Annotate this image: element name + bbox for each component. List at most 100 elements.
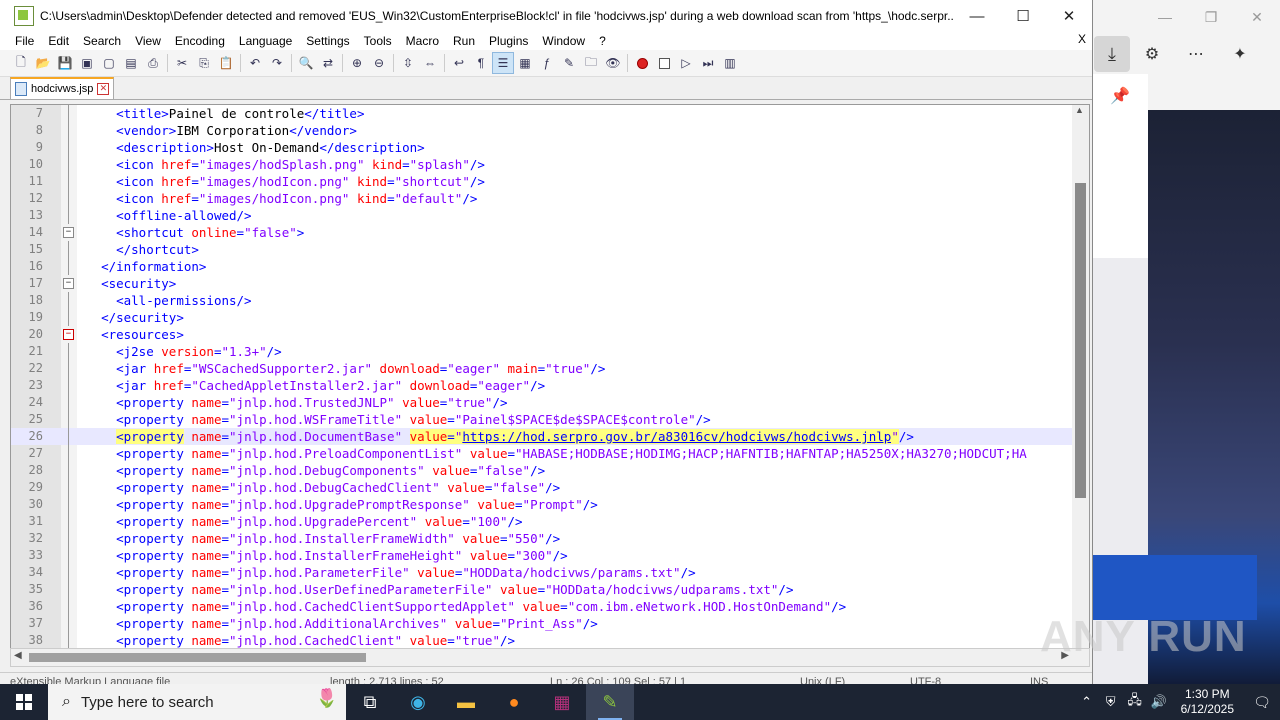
menu-file[interactable]: File: [8, 34, 41, 48]
code-line[interactable]: 16 </information>: [11, 258, 1073, 275]
code-line[interactable]: 38 <property name="jnlp.hod.CachedClient…: [11, 632, 1073, 649]
fold-toggle-icon[interactable]: −: [63, 278, 74, 289]
menu-view[interactable]: View: [128, 34, 168, 48]
code-line[interactable]: 36 <property name="jnlp.hod.CachedClient…: [11, 598, 1073, 615]
folder-workspace-icon[interactable]: ✎: [558, 52, 580, 74]
macro-play-icon[interactable]: ▷: [675, 52, 697, 74]
browser-close-button[interactable]: ✕: [1234, 9, 1280, 26]
tab-hodcivws-jsp[interactable]: hodcivws.jsp ✕: [10, 77, 115, 99]
macro-record-icon[interactable]: [631, 52, 653, 74]
notepadpp-taskbar-icon[interactable]: ✎: [586, 684, 634, 720]
file-explorer-icon[interactable]: ▬: [442, 684, 490, 720]
code-line[interactable]: 30 <property name="jnlp.hod.UpgradePromp…: [11, 496, 1073, 513]
menu-search[interactable]: Search: [76, 34, 128, 48]
code-line[interactable]: 35 <property name="jnlp.hod.UserDefinedP…: [11, 581, 1073, 598]
menu-plugins[interactable]: Plugins: [482, 34, 535, 48]
code-line[interactable]: 24 <property name="jnlp.hod.TrustedJNLP"…: [11, 394, 1073, 411]
notification-icon[interactable]: 🗨: [1244, 694, 1280, 711]
replace-icon[interactable]: ⇄: [317, 52, 339, 74]
code-line[interactable]: 33 <property name="jnlp.hod.InstallerFra…: [11, 547, 1073, 564]
code-line[interactable]: 18 <all-permissions/>: [11, 292, 1073, 309]
macro-save-icon[interactable]: ▥: [719, 52, 741, 74]
pin-icon[interactable]: 📌: [1110, 86, 1130, 106]
maximize-button[interactable]: ☐: [1000, 0, 1046, 32]
browser-minimize-button[interactable]: —: [1142, 9, 1188, 25]
chevron-up-icon[interactable]: ⌃: [1075, 694, 1099, 710]
fold-toggle-icon[interactable]: −: [63, 329, 74, 340]
close-all-icon[interactable]: ▤: [120, 52, 142, 74]
menu-language[interactable]: Language: [232, 34, 299, 48]
cut-icon[interactable]: ✂: [171, 52, 193, 74]
clock[interactable]: 1:30 PM 6/12/2025: [1181, 687, 1234, 717]
code-line[interactable]: 9 <description>Host On-Demand</descripti…: [11, 139, 1073, 156]
show-all-chars-icon[interactable]: ¶: [470, 52, 492, 74]
edge-icon[interactable]: ◉: [394, 684, 442, 720]
code-line[interactable]: 7 <title>Painel de controle</title>: [11, 105, 1073, 122]
menu-edit[interactable]: Edit: [41, 34, 76, 48]
macro-run-multiple-icon[interactable]: ⏭: [697, 52, 719, 74]
code-line[interactable]: 14 − <shortcut online="false">: [11, 224, 1073, 241]
document-map-icon[interactable]: ▦: [514, 52, 536, 74]
more-options-icon[interactable]: ⋯: [1174, 44, 1218, 64]
security-icon[interactable]: ⛨: [1099, 694, 1123, 710]
copilot-icon[interactable]: ✦: [1218, 44, 1262, 64]
network-icon[interactable]: 🖧: [1123, 691, 1147, 713]
taskbar-search-box[interactable]: ⌕ Type here to search 🌷: [48, 684, 346, 720]
code-line[interactable]: 17 − <security>: [11, 275, 1073, 292]
browser-restore-button[interactable]: ❐: [1188, 9, 1234, 26]
code-line[interactable]: 11 <icon href="images/hodIcon.png" kind=…: [11, 173, 1073, 190]
vertical-scrollbar[interactable]: ▲: [1072, 105, 1089, 649]
sync-vertical-icon[interactable]: ⇳: [397, 52, 419, 74]
firefox-icon[interactable]: ●: [490, 684, 538, 720]
close-file-icon[interactable]: ▢: [98, 52, 120, 74]
code-line[interactable]: 20 − <resources>: [11, 326, 1073, 343]
save-icon[interactable]: 💾: [54, 52, 76, 74]
vertical-scroll-thumb[interactable]: [1075, 183, 1086, 498]
paste-icon[interactable]: 📋: [215, 52, 237, 74]
winrar-icon[interactable]: ▦: [538, 684, 586, 720]
menu-window[interactable]: Window: [535, 34, 592, 48]
code-line[interactable]: 13 <offline-allowed/>: [11, 207, 1073, 224]
code-line[interactable]: 19 </security>: [11, 309, 1073, 326]
redo-icon[interactable]: ↷: [266, 52, 288, 74]
code-line[interactable]: 8 <vendor>IBM Corporation</vendor>: [11, 122, 1073, 139]
code-line[interactable]: 25 <property name="jnlp.hod.WSFrameTitle…: [11, 411, 1073, 428]
code-line[interactable]: 21 <j2se version="1.3+"/>: [11, 343, 1073, 360]
scroll-left-icon[interactable]: ◀: [14, 650, 22, 661]
code-line[interactable]: 34 <property name="jnlp.hod.ParameterFil…: [11, 564, 1073, 581]
monitoring-icon[interactable]: 👁: [602, 52, 624, 74]
close-button[interactable]: ✕: [1046, 0, 1092, 32]
code-line[interactable]: 15 </shortcut>: [11, 241, 1073, 258]
menu-macro[interactable]: Macro: [399, 34, 446, 48]
code-line[interactable]: 12 <icon href="images/hodIcon.png" kind=…: [11, 190, 1073, 207]
zoom-in-icon[interactable]: ⊕: [346, 52, 368, 74]
word-wrap-icon[interactable]: ↩: [448, 52, 470, 74]
function-list-icon[interactable]: ƒ: [536, 52, 558, 74]
code-editor[interactable]: 7 <title>Painel de controle</title> 8 <ve…: [10, 104, 1090, 650]
undo-icon[interactable]: ↶: [244, 52, 266, 74]
menu-tools[interactable]: Tools: [357, 34, 399, 48]
copy-icon[interactable]: ⎘: [193, 52, 215, 74]
menu-encoding[interactable]: Encoding: [168, 34, 232, 48]
code-line[interactable]: 23 <jar href="CachedAppletInstaller2.jar…: [11, 377, 1073, 394]
indent-guide-icon[interactable]: ☰: [492, 52, 514, 74]
code-line[interactable]: 29 <property name="jnlp.hod.DebugCachedC…: [11, 479, 1073, 496]
zoom-out-icon[interactable]: ⊖: [368, 52, 390, 74]
fold-toggle-icon[interactable]: −: [63, 227, 74, 238]
close-document-button[interactable]: X: [1078, 32, 1086, 46]
horizontal-scroll-thumb[interactable]: [29, 653, 366, 662]
code-line[interactable]: 37 <property name="jnlp.hod.AdditionalAr…: [11, 615, 1073, 632]
code-line[interactable]: 10 <icon href="images/hodSplash.png" kin…: [11, 156, 1073, 173]
code-line[interactable]: 26 <property name="jnlp.hod.DocumentBase…: [11, 428, 1073, 445]
new-file-icon[interactable]: 🗋: [10, 52, 32, 74]
code-line[interactable]: 22 <jar href="WSCachedSupporter2.jar" do…: [11, 360, 1073, 377]
download-icon[interactable]: ⤓: [1094, 36, 1130, 72]
macro-stop-icon[interactable]: [653, 52, 675, 74]
menu-help[interactable]: ?: [592, 34, 613, 48]
menu-settings[interactable]: Settings: [299, 34, 356, 48]
code-line[interactable]: 31 <property name="jnlp.hod.UpgradePerce…: [11, 513, 1073, 530]
code-line[interactable]: 32 <property name="jnlp.hod.InstallerFra…: [11, 530, 1073, 547]
tab-close-icon[interactable]: ✕: [97, 83, 110, 95]
horizontal-scrollbar[interactable]: ◀ ▶: [10, 648, 1090, 667]
folder-icon[interactable]: 🗀: [580, 52, 602, 74]
